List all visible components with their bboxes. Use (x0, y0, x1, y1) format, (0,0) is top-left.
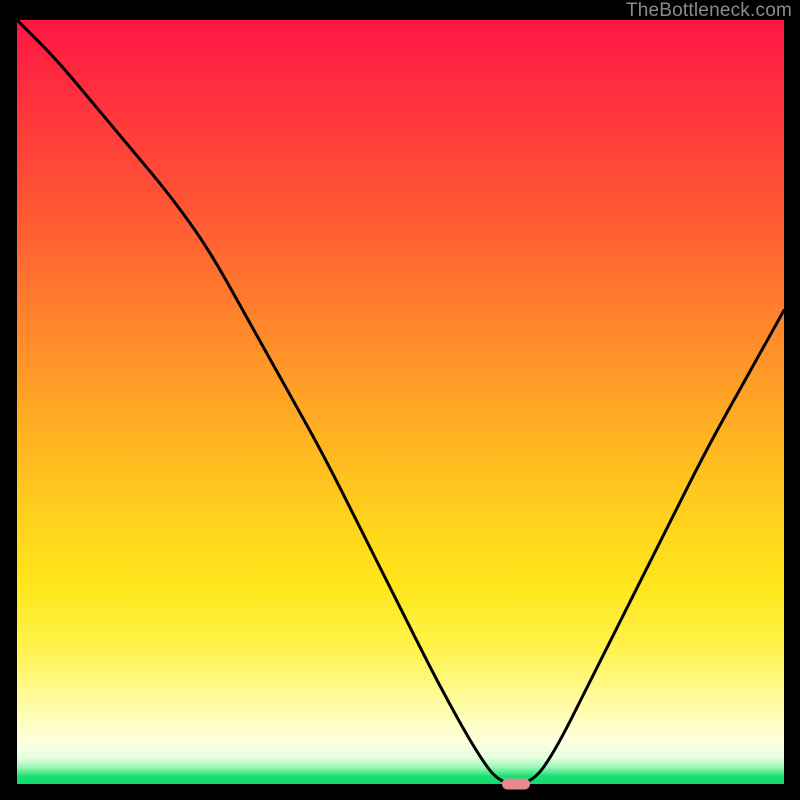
plot-area (17, 20, 784, 784)
optimal-marker (502, 779, 530, 790)
watermark-text: TheBottleneck.com (626, 0, 792, 22)
bottleneck-curve (17, 20, 784, 784)
chart-frame: TheBottleneck.com (0, 0, 800, 800)
